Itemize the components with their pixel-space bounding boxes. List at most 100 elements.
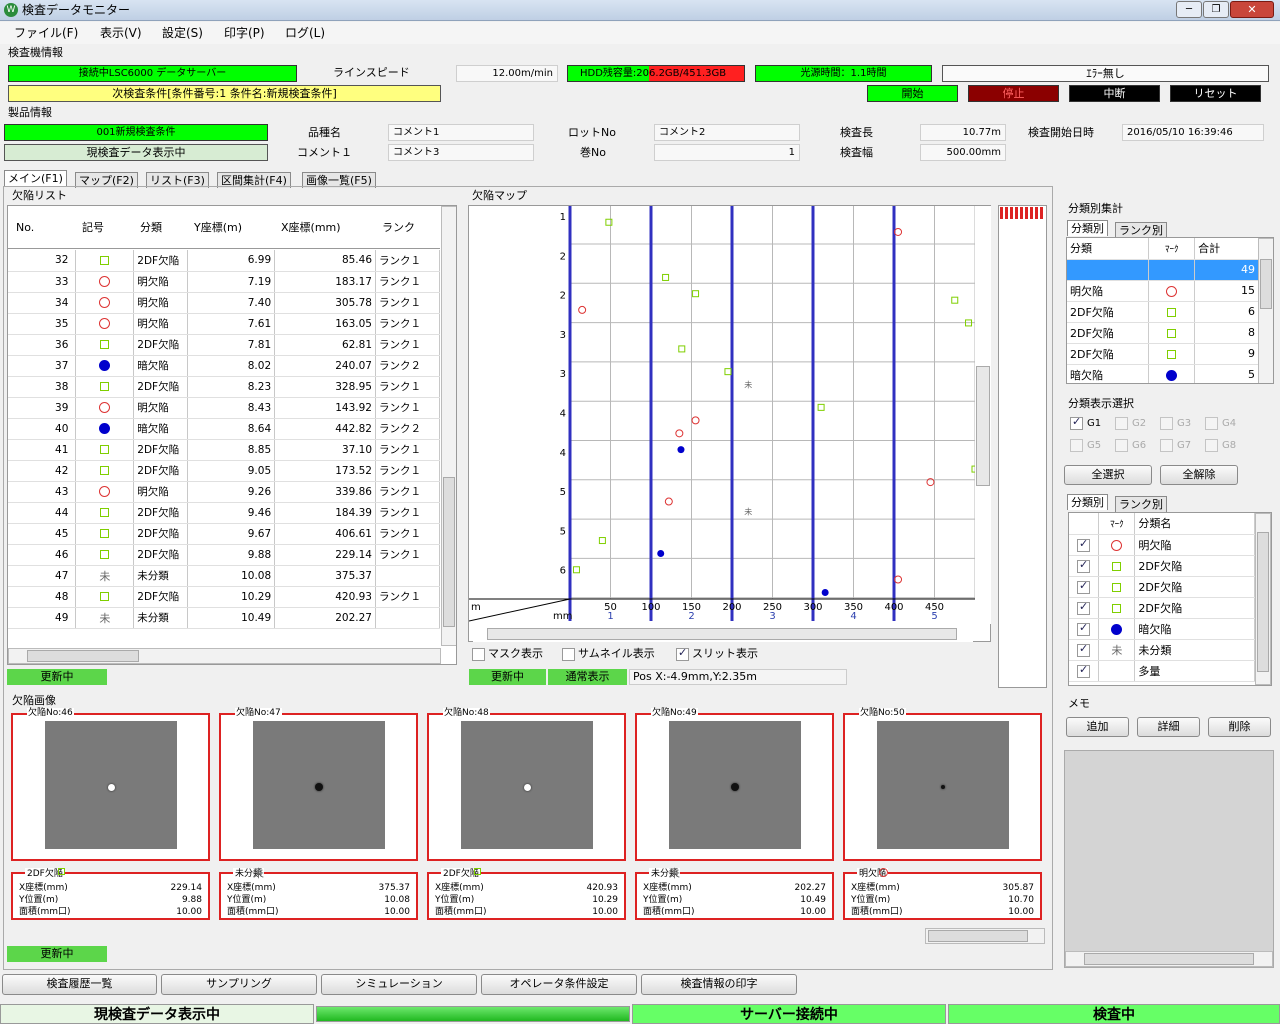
table-row[interactable]: 48 2DF欠陥 10.29 420.93 ランク１ — [8, 586, 440, 608]
filter-checkbox[interactable] — [1077, 600, 1090, 615]
clear-all-button[interactable]: 全解除 — [1160, 465, 1238, 485]
summary-vscroll-thumb[interactable] — [1260, 259, 1272, 309]
filter-row[interactable]: 未未分類 — [1069, 639, 1255, 661]
defect-map-canvas[interactable]: 1223344556mmm50 100 150 200 250 300 350 400 4501… — [469, 206, 992, 626]
filter-vscroll[interactable] — [1255, 513, 1271, 685]
memo-add-button[interactable]: 追加 — [1066, 717, 1129, 737]
table-row[interactable]: 42 2DF欠陥 9.05 173.52 ランク１ — [8, 460, 440, 482]
simulation-button[interactable]: シミュレーション — [321, 974, 477, 995]
map-point-unclassified[interactable]: 未 — [744, 506, 752, 516]
stop-button[interactable]: 停止 — [968, 85, 1059, 102]
table-row[interactable]: 36 2DF欠陥 7.81 62.81 ランク１ — [8, 334, 440, 356]
table-row[interactable]: 43 明欠陥 9.26 339.86 ランク１ — [8, 481, 440, 503]
group-checkbox-g1[interactable] — [1070, 415, 1083, 430]
group-checkbox-g8[interactable] — [1205, 439, 1218, 452]
col-mark[interactable]: 記号 — [82, 221, 104, 235]
filter-checkbox[interactable] — [1077, 621, 1090, 636]
summary-row[interactable]: 明欠陥 15 — [1067, 280, 1259, 302]
table-row[interactable]: 45 2DF欠陥 9.67 406.61 ランク１ — [8, 523, 440, 545]
filter-checkbox[interactable] — [1077, 537, 1090, 552]
map-point-unclassified[interactable]: 未 — [744, 380, 752, 390]
map-point-dark[interactable] — [657, 550, 665, 558]
images-hscroll[interactable] — [925, 928, 1045, 944]
table-row[interactable]: 46 2DF欠陥 9.88 229.14 ランク１ — [8, 544, 440, 566]
table-row[interactable]: 40 暗欠陥 8.64 442.82 ランク２ — [8, 418, 440, 440]
defect-thumbnail[interactable]: 欠陥No:49 — [635, 708, 834, 861]
summary-row[interactable]: 暗欠陥 5 — [1067, 364, 1259, 383]
filter-vscroll-thumb[interactable] — [1257, 532, 1269, 672]
filter-checkbox[interactable] — [1077, 579, 1090, 594]
filter-checkbox[interactable] — [1077, 663, 1090, 678]
thumbnail-display-checkbox[interactable] — [562, 648, 575, 661]
col-y[interactable]: Y座標(m) — [194, 221, 242, 235]
images-hscroll-thumb[interactable] — [928, 930, 1028, 942]
summary-vscroll[interactable] — [1258, 238, 1273, 383]
filter-row[interactable]: 2DF欠陥 — [1069, 597, 1255, 619]
table-row[interactable]: 41 2DF欠陥 8.85 37.10 ランク１ — [8, 439, 440, 461]
start-button[interactable]: 開始 — [867, 85, 958, 102]
summary-row[interactable]: 2DF欠陥 8 — [1067, 322, 1259, 344]
minimize-button[interactable]: ─ — [1176, 1, 1202, 18]
map-point-dark[interactable] — [821, 589, 829, 597]
reset-button[interactable]: リセット — [1170, 85, 1261, 102]
group-checkbox-g3[interactable] — [1160, 417, 1173, 430]
menu-file[interactable]: ファイル(F) — [14, 26, 78, 40]
filter-row[interactable]: 2DF欠陥 — [1069, 576, 1255, 598]
defect-list-vscroll-thumb[interactable] — [443, 477, 455, 627]
summary-row[interactable]: 2DF欠陥 9 — [1067, 343, 1259, 365]
defect-list-vscroll[interactable] — [441, 206, 456, 646]
group-checkbox-g2[interactable] — [1115, 417, 1128, 430]
memo-hscroll[interactable] — [1065, 951, 1273, 967]
map-vscroll[interactable] — [975, 206, 991, 624]
memo-detail-button[interactable]: 詳細 — [1137, 717, 1200, 737]
filter-row[interactable]: 暗欠陥 — [1069, 618, 1255, 640]
defect-list-hscroll[interactable] — [8, 648, 441, 664]
map-point-dark[interactable] — [677, 446, 685, 454]
col-no[interactable]: No. — [16, 221, 34, 235]
map-vscroll-thumb[interactable] — [976, 366, 990, 486]
sampling-button[interactable]: サンプリング — [161, 974, 317, 995]
defect-thumbnail[interactable]: 欠陥No:50 — [843, 708, 1042, 861]
table-row[interactable]: 47 未 未分類 10.08 375.37 — [8, 565, 440, 587]
menu-view[interactable]: 表示(V) — [100, 26, 142, 40]
table-row[interactable]: 37 暗欠陥 8.02 240.07 ランク２ — [8, 355, 440, 377]
inspection-history-button[interactable]: 検査履歴一覧 — [2, 974, 157, 995]
defect-thumbnail[interactable]: 欠陥No:47 — [219, 708, 418, 861]
table-row[interactable]: 49 未 未分類 10.49 202.27 — [8, 607, 440, 629]
map-hscroll-thumb[interactable] — [487, 628, 957, 640]
summary-row[interactable]: 2DF欠陥 6 — [1067, 301, 1259, 323]
mask-display-checkbox[interactable] — [472, 648, 485, 661]
slit-display-checkbox[interactable] — [676, 646, 689, 661]
table-row[interactable]: 39 明欠陥 8.43 143.92 ランク１ — [8, 397, 440, 419]
pause-button[interactable]: 中断 — [1069, 85, 1160, 102]
filter-row[interactable]: 2DF欠陥 — [1069, 555, 1255, 577]
menu-print[interactable]: 印字(P) — [224, 26, 265, 40]
defect-thumbnail[interactable]: 欠陥No:48 — [427, 708, 626, 861]
defect-list-hscroll-thumb[interactable] — [27, 650, 139, 662]
operator-settings-button[interactable]: オペレータ条件設定 — [481, 974, 637, 995]
maximize-button[interactable]: ❐ — [1203, 1, 1229, 18]
table-row[interactable]: 35 明欠陥 7.61 163.05 ランク１ — [8, 313, 440, 335]
filter-tab-category[interactable]: 分類別 — [1067, 494, 1108, 510]
col-class[interactable]: 分類 — [140, 221, 162, 235]
table-row[interactable]: 33 明欠陥 7.19 183.17 ランク１ — [8, 271, 440, 293]
summary-total-row[interactable]: 49 — [1067, 259, 1259, 281]
map-hscroll[interactable] — [473, 626, 973, 642]
menu-log[interactable]: ログ(L) — [285, 26, 325, 40]
close-button[interactable]: ✕ — [1230, 1, 1274, 18]
table-row[interactable]: 44 2DF欠陥 9.46 184.39 ランク１ — [8, 502, 440, 524]
tab-main[interactable]: メイン(F1) — [4, 170, 67, 187]
menu-settings[interactable]: 設定(S) — [162, 26, 203, 40]
col-x[interactable]: X座標(mm) — [281, 221, 341, 235]
filter-checkbox[interactable] — [1077, 642, 1090, 657]
memo-hscroll-thumb[interactable] — [1084, 953, 1254, 965]
summary-tab-category[interactable]: 分類別 — [1067, 220, 1108, 236]
group-checkbox-g4[interactable] — [1205, 417, 1218, 430]
memo-delete-button[interactable]: 削除 — [1208, 717, 1271, 737]
summary-tab-rank[interactable]: ランク別 — [1115, 222, 1167, 238]
col-rank[interactable]: ランク — [382, 221, 415, 235]
defect-thumbnail[interactable]: 欠陥No:46 — [11, 708, 210, 861]
table-row[interactable]: 34 明欠陥 7.40 305.78 ランク１ — [8, 292, 440, 314]
filter-row[interactable]: 明欠陥 — [1069, 534, 1255, 556]
print-info-button[interactable]: 検査情報の印字 — [641, 974, 797, 995]
